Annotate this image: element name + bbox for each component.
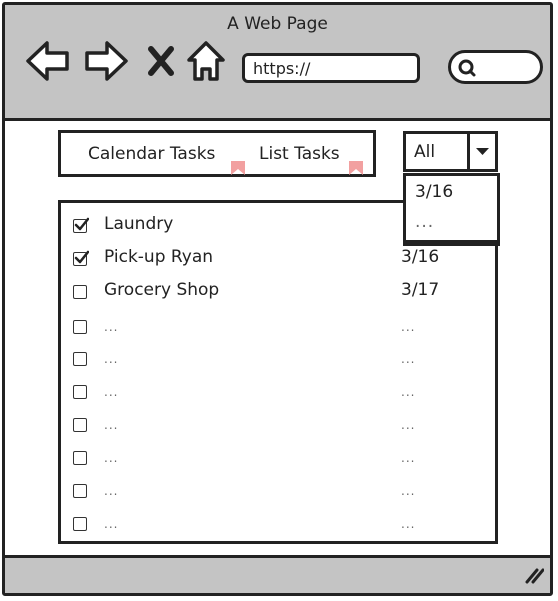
task-name: Grocery Shop bbox=[104, 280, 220, 300]
home-icon[interactable] bbox=[185, 39, 227, 83]
checkbox[interactable] bbox=[73, 517, 87, 531]
tab-flag-icon bbox=[349, 160, 363, 175]
checkbox[interactable] bbox=[73, 451, 87, 465]
task-name: ... bbox=[104, 418, 119, 432]
date-filter-select[interactable]: All bbox=[403, 131, 498, 172]
close-icon[interactable] bbox=[147, 45, 175, 89]
tab-flag-icon bbox=[231, 160, 245, 175]
resize-grip-icon[interactable] bbox=[524, 568, 545, 588]
checkbox[interactable] bbox=[73, 320, 87, 334]
task-view-tabs: Calendar Tasks List Tasks bbox=[58, 130, 376, 177]
browser-window: A Web Page https:// Calendar Tasks List … bbox=[2, 2, 553, 596]
checkbox[interactable] bbox=[73, 352, 87, 366]
task-name: ... bbox=[104, 451, 119, 465]
browser-search-field[interactable] bbox=[448, 50, 543, 84]
checkbox-checked[interactable] bbox=[73, 250, 89, 266]
url-text: https:// bbox=[253, 59, 311, 78]
task-name: Pick-up Ryan bbox=[104, 247, 214, 267]
checkbox-checked[interactable] bbox=[73, 217, 89, 233]
checkbox[interactable] bbox=[73, 285, 87, 299]
checkbox[interactable] bbox=[73, 385, 87, 399]
date-filter-dropdown: 3/16 ... bbox=[403, 173, 500, 243]
task-date: ... bbox=[401, 418, 416, 432]
chevron-down-icon[interactable] bbox=[467, 134, 495, 169]
task-date: ... bbox=[401, 517, 416, 531]
search-icon bbox=[457, 58, 477, 82]
task-name: ... bbox=[104, 352, 119, 366]
checkbox[interactable] bbox=[73, 484, 87, 498]
arrow-right-icon[interactable] bbox=[83, 39, 129, 83]
url-field[interactable]: https:// bbox=[242, 53, 420, 83]
dropdown-option[interactable]: 3/16 bbox=[415, 182, 453, 202]
task-list: Laundry Pick-up Ryan 3/16 Grocery Shop 3… bbox=[58, 200, 498, 544]
task-date: 3/16 bbox=[401, 247, 440, 267]
list-item[interactable]: Pick-up Ryan 3/16 bbox=[61, 244, 495, 274]
task-name: ... bbox=[104, 385, 119, 399]
window-title: A Web Page bbox=[227, 14, 328, 34]
task-name: ... bbox=[104, 517, 119, 531]
task-date: ... bbox=[401, 451, 416, 465]
task-name: ... bbox=[104, 320, 119, 334]
task-name: Laundry bbox=[104, 214, 174, 234]
task-date: ... bbox=[401, 352, 416, 366]
list-item[interactable]: ... ... bbox=[61, 377, 495, 407]
tab-list-tasks[interactable]: List Tasks bbox=[259, 144, 340, 164]
list-item[interactable]: ... ... bbox=[61, 410, 495, 440]
list-item[interactable]: ... ... bbox=[61, 312, 495, 342]
task-date: ... bbox=[401, 320, 416, 334]
task-date: ... bbox=[401, 484, 416, 498]
dropdown-option[interactable]: ... bbox=[415, 212, 434, 232]
arrow-left-icon[interactable] bbox=[25, 39, 71, 83]
checkbox[interactable] bbox=[73, 418, 87, 432]
status-bar bbox=[5, 555, 550, 593]
list-item[interactable]: ... ... bbox=[61, 443, 495, 473]
task-date: 3/17 bbox=[401, 280, 440, 300]
browser-toolbar: A Web Page https:// bbox=[5, 5, 550, 121]
tab-calendar-tasks[interactable]: Calendar Tasks bbox=[88, 144, 215, 164]
list-item[interactable]: ... ... bbox=[61, 476, 495, 506]
task-name: ... bbox=[104, 484, 119, 498]
list-item[interactable]: ... ... bbox=[61, 509, 495, 539]
list-item[interactable]: Grocery Shop 3/17 bbox=[61, 277, 495, 307]
list-item[interactable]: ... ... bbox=[61, 344, 495, 374]
task-date: ... bbox=[401, 385, 416, 399]
date-filter-value: All bbox=[414, 142, 436, 162]
